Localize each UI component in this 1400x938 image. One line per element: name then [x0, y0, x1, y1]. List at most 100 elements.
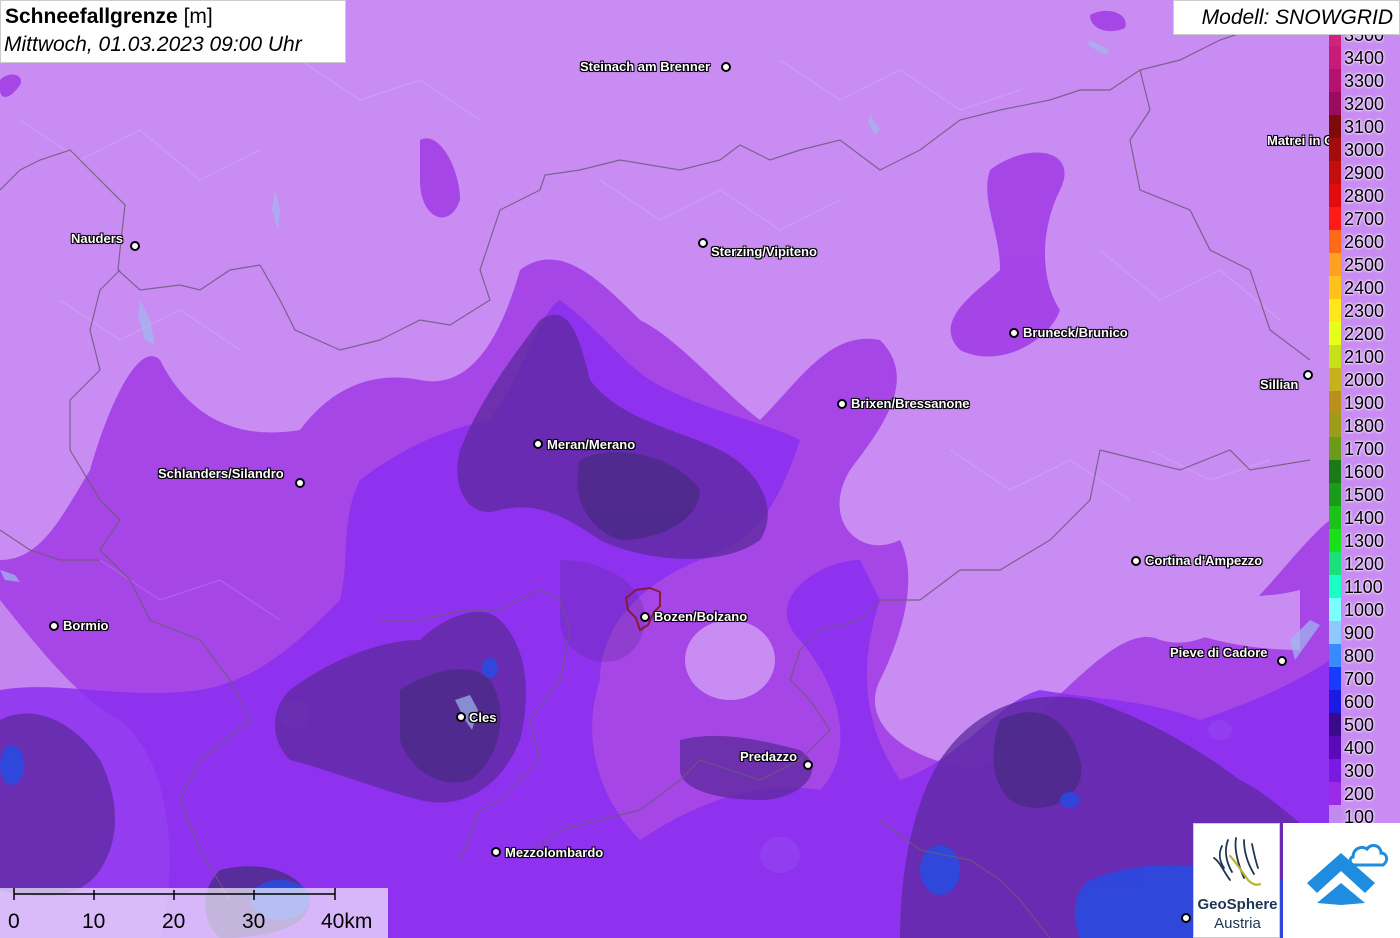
parameter-name: Schneefallgrenze [5, 5, 178, 28]
legend-swatch [1329, 115, 1341, 138]
place-dot [1181, 913, 1191, 923]
scale-label: 40km [321, 910, 373, 933]
legend-swatch [1329, 299, 1341, 322]
legend-swatch [1329, 161, 1341, 184]
legend-label: 3000 [1344, 140, 1385, 160]
legend-label: 1700 [1344, 439, 1385, 459]
place-dot [640, 612, 650, 622]
scale-label: 10 [82, 910, 106, 933]
legend-swatch [1329, 552, 1341, 575]
place-label: Steinach am Brenner [580, 59, 711, 74]
legend-label: 2600 [1344, 232, 1385, 252]
legend-swatch [1329, 391, 1341, 414]
legend-swatch [1329, 621, 1341, 644]
forecast-datetime: Mittwoch, 01.03.2023 09:00 Uhr [4, 33, 302, 56]
legend-swatch [1329, 46, 1341, 69]
legend-swatch [1329, 759, 1341, 782]
legend-label: 2400 [1344, 278, 1385, 298]
legend-label: 1100 [1344, 577, 1383, 597]
legend-label: 1200 [1344, 554, 1385, 574]
legend-swatch [1329, 483, 1341, 506]
geosphere-mark-icon [1213, 837, 1262, 886]
legend-label: 1600 [1344, 462, 1385, 482]
legend-label: 3100 [1344, 117, 1385, 137]
legend-label: 1000 [1344, 600, 1385, 620]
cloud-chevron-icon [1307, 844, 1389, 905]
map-title: Schneefallgrenze [m] [5, 5, 213, 29]
legend-label: 3200 [1344, 94, 1385, 114]
map-title-box: Schneefallgrenze [m] Mittwoch, 01.03.202… [0, 0, 346, 63]
legend-swatch [1329, 736, 1341, 759]
place-dot [49, 621, 59, 631]
geosphere-austria-logo[interactable]: GeoSphere Austria [1193, 823, 1280, 938]
legend-swatch [1329, 184, 1341, 207]
app-logo[interactable] [1283, 823, 1400, 938]
place-label: Bormio [63, 618, 109, 633]
legend-label: 700 [1344, 669, 1375, 689]
legend-swatch [1329, 322, 1341, 345]
legend-swatch [1329, 575, 1341, 598]
legend-label: 400 [1344, 738, 1375, 758]
legend-swatch [1329, 713, 1341, 736]
legend-label: 1900 [1344, 393, 1385, 413]
place-dot [1303, 370, 1313, 380]
legend-swatch [1329, 69, 1341, 92]
place-label: Meran/Merano [547, 437, 636, 452]
place-dot [1009, 328, 1019, 338]
place-label: Bozen/Bolzano [654, 609, 748, 624]
place-label: Mezzolombardo [505, 845, 604, 860]
geosphere-name: GeoSphere [1197, 896, 1278, 913]
legend-label: 300 [1344, 761, 1375, 781]
model-name: Modell: SNOWGRID [1201, 6, 1393, 29]
place-label: Brixen/Bressanone [851, 396, 970, 411]
place-label: Predazzo [740, 749, 798, 764]
legend-swatch [1329, 644, 1341, 667]
scale-label: 20 [162, 910, 186, 933]
place-label: Matrei in Osttirol [1267, 133, 1329, 148]
place-label: Nauders [71, 231, 124, 246]
legend-label: 2100 [1344, 347, 1385, 367]
place-dot [456, 712, 466, 722]
legend-swatch [1329, 690, 1341, 713]
place-dot [1131, 556, 1141, 566]
parameter-unit: [m] [183, 5, 213, 28]
legend-label: 800 [1344, 646, 1375, 666]
legend-label: 900 [1344, 623, 1375, 643]
legend-label: 3400 [1344, 48, 1385, 68]
legend-label: 2700 [1344, 209, 1385, 229]
place-dot [803, 760, 813, 770]
place-dot [295, 478, 305, 488]
place-dot [491, 847, 501, 857]
legend-swatch [1329, 92, 1341, 115]
place-dot [721, 62, 731, 72]
legend-swatch [1329, 529, 1341, 552]
legend-swatch [1329, 667, 1341, 690]
place-dot [533, 439, 543, 449]
place-label: Sterzing/Vipiteno [711, 244, 817, 259]
legend-label: 1800 [1344, 416, 1385, 436]
legend-swatch [1329, 138, 1341, 161]
legend-label: 2300 [1344, 301, 1385, 321]
place-label: Sillian [1260, 377, 1299, 392]
legend-swatch [1329, 598, 1341, 621]
scale-bar: 0 10 20 30 40km [0, 888, 388, 938]
legend-swatch [1329, 345, 1341, 368]
legend-swatch [1329, 414, 1341, 437]
legend-swatch [1329, 35, 1341, 46]
legend-label: 600 [1344, 692, 1375, 712]
place-label: Bruneck/Brunico [1023, 325, 1128, 340]
scale-label: 30 [242, 910, 266, 933]
legend-swatch [1329, 782, 1341, 805]
place-label: Pieve di Cadore [1170, 645, 1268, 660]
legend-swatch [1329, 276, 1341, 299]
place-dot [837, 399, 847, 409]
scale-label: 0 [8, 910, 20, 933]
legend-swatch [1329, 207, 1341, 230]
place-label: Cles [469, 710, 497, 725]
legend-label: 2900 [1344, 163, 1385, 183]
place-label: Schlanders/Silandro [158, 466, 284, 481]
color-legend: 3500 3400 3300 3200 3100 3000 2900 2800 2700 2600… [1329, 35, 1400, 828]
legend-swatch [1329, 253, 1341, 276]
legend-label: 1400 [1344, 508, 1385, 528]
legend-label: 3300 [1344, 71, 1385, 91]
